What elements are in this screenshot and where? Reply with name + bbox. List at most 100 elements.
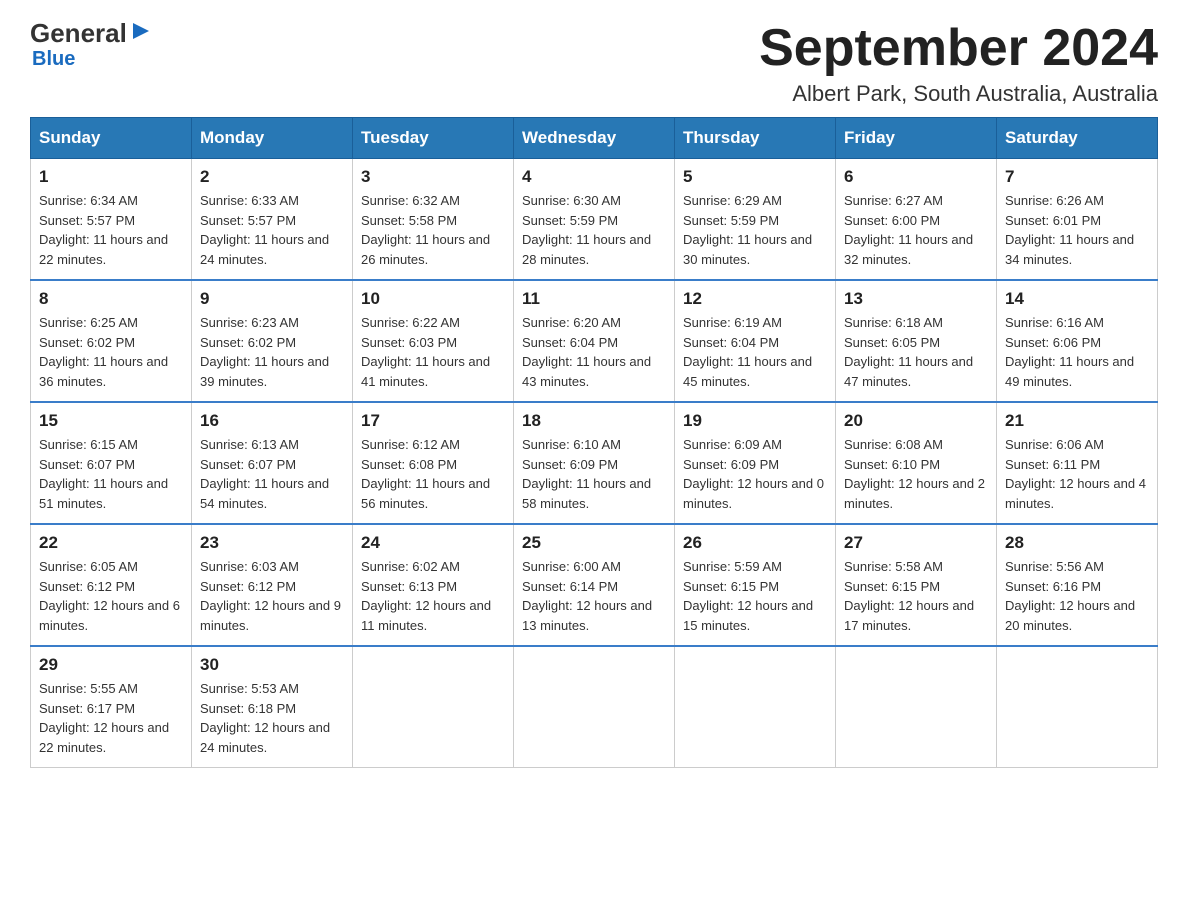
day-number: 16 xyxy=(200,411,344,431)
calendar-cell-w5-d4 xyxy=(675,646,836,768)
calendar-cell-w5-d3 xyxy=(514,646,675,768)
calendar-cell-w2-d6: 14 Sunrise: 6:16 AM Sunset: 6:06 PM Dayl… xyxy=(997,280,1158,402)
day-info: Sunrise: 6:05 AM Sunset: 6:12 PM Dayligh… xyxy=(39,557,183,635)
day-number: 30 xyxy=(200,655,344,675)
day-info: Sunrise: 6:10 AM Sunset: 6:09 PM Dayligh… xyxy=(522,435,666,513)
calendar-week-2: 8 Sunrise: 6:25 AM Sunset: 6:02 PM Dayli… xyxy=(31,280,1158,402)
calendar-cell-w4-d5: 27 Sunrise: 5:58 AM Sunset: 6:15 PM Dayl… xyxy=(836,524,997,646)
header-wednesday: Wednesday xyxy=(514,118,675,159)
header-sunday: Sunday xyxy=(31,118,192,159)
day-number: 1 xyxy=(39,167,183,187)
calendar-cell-w4-d4: 26 Sunrise: 5:59 AM Sunset: 6:15 PM Dayl… xyxy=(675,524,836,646)
header-monday: Monday xyxy=(192,118,353,159)
day-number: 15 xyxy=(39,411,183,431)
day-number: 2 xyxy=(200,167,344,187)
calendar-cell-w5-d1: 30 Sunrise: 5:53 AM Sunset: 6:18 PM Dayl… xyxy=(192,646,353,768)
calendar-cell-w4-d1: 23 Sunrise: 6:03 AM Sunset: 6:12 PM Dayl… xyxy=(192,524,353,646)
day-info: Sunrise: 6:18 AM Sunset: 6:05 PM Dayligh… xyxy=(844,313,988,391)
day-info: Sunrise: 6:30 AM Sunset: 5:59 PM Dayligh… xyxy=(522,191,666,269)
day-info: Sunrise: 6:02 AM Sunset: 6:13 PM Dayligh… xyxy=(361,557,505,635)
day-number: 7 xyxy=(1005,167,1149,187)
calendar-cell-w3-d6: 21 Sunrise: 6:06 AM Sunset: 6:11 PM Dayl… xyxy=(997,402,1158,524)
calendar-cell-w3-d4: 19 Sunrise: 6:09 AM Sunset: 6:09 PM Dayl… xyxy=(675,402,836,524)
day-info: Sunrise: 6:09 AM Sunset: 6:09 PM Dayligh… xyxy=(683,435,827,513)
calendar-header-row: SundayMondayTuesdayWednesdayThursdayFrid… xyxy=(31,118,1158,159)
calendar-cell-w3-d2: 17 Sunrise: 6:12 AM Sunset: 6:08 PM Dayl… xyxy=(353,402,514,524)
calendar-title: September 2024 xyxy=(759,20,1158,77)
header-thursday: Thursday xyxy=(675,118,836,159)
day-info: Sunrise: 6:23 AM Sunset: 6:02 PM Dayligh… xyxy=(200,313,344,391)
calendar-cell-w5-d6 xyxy=(997,646,1158,768)
calendar-cell-w3-d1: 16 Sunrise: 6:13 AM Sunset: 6:07 PM Dayl… xyxy=(192,402,353,524)
day-number: 14 xyxy=(1005,289,1149,309)
logo: General Blue xyxy=(30,20,155,71)
calendar-cell-w5-d2 xyxy=(353,646,514,768)
calendar-cell-w1-d1: 2 Sunrise: 6:33 AM Sunset: 5:57 PM Dayli… xyxy=(192,159,353,281)
day-info: Sunrise: 6:29 AM Sunset: 5:59 PM Dayligh… xyxy=(683,191,827,269)
calendar-cell-w2-d2: 10 Sunrise: 6:22 AM Sunset: 6:03 PM Dayl… xyxy=(353,280,514,402)
day-info: Sunrise: 6:34 AM Sunset: 5:57 PM Dayligh… xyxy=(39,191,183,269)
title-area: September 2024 Albert Park, South Austra… xyxy=(759,20,1158,107)
calendar-cell-w5-d0: 29 Sunrise: 5:55 AM Sunset: 6:17 PM Dayl… xyxy=(31,646,192,768)
day-number: 19 xyxy=(683,411,827,431)
day-number: 23 xyxy=(200,533,344,553)
day-number: 8 xyxy=(39,289,183,309)
calendar-cell-w4-d0: 22 Sunrise: 6:05 AM Sunset: 6:12 PM Dayl… xyxy=(31,524,192,646)
day-info: Sunrise: 6:06 AM Sunset: 6:11 PM Dayligh… xyxy=(1005,435,1149,513)
day-number: 11 xyxy=(522,289,666,309)
calendar-cell-w5-d5 xyxy=(836,646,997,768)
day-number: 22 xyxy=(39,533,183,553)
day-info: Sunrise: 6:19 AM Sunset: 6:04 PM Dayligh… xyxy=(683,313,827,391)
day-info: Sunrise: 6:03 AM Sunset: 6:12 PM Dayligh… xyxy=(200,557,344,635)
header-tuesday: Tuesday xyxy=(353,118,514,159)
day-number: 27 xyxy=(844,533,988,553)
calendar-week-3: 15 Sunrise: 6:15 AM Sunset: 6:07 PM Dayl… xyxy=(31,402,1158,524)
day-number: 26 xyxy=(683,533,827,553)
day-info: Sunrise: 6:12 AM Sunset: 6:08 PM Dayligh… xyxy=(361,435,505,513)
logo-text: General xyxy=(30,20,155,46)
day-info: Sunrise: 5:56 AM Sunset: 6:16 PM Dayligh… xyxy=(1005,557,1149,635)
calendar-cell-w3-d0: 15 Sunrise: 6:15 AM Sunset: 6:07 PM Dayl… xyxy=(31,402,192,524)
calendar-cell-w1-d3: 4 Sunrise: 6:30 AM Sunset: 5:59 PM Dayli… xyxy=(514,159,675,281)
header-saturday: Saturday xyxy=(997,118,1158,159)
calendar-subtitle: Albert Park, South Australia, Australia xyxy=(759,81,1158,107)
day-info: Sunrise: 6:00 AM Sunset: 6:14 PM Dayligh… xyxy=(522,557,666,635)
day-info: Sunrise: 6:27 AM Sunset: 6:00 PM Dayligh… xyxy=(844,191,988,269)
day-number: 24 xyxy=(361,533,505,553)
day-info: Sunrise: 5:58 AM Sunset: 6:15 PM Dayligh… xyxy=(844,557,988,635)
day-number: 21 xyxy=(1005,411,1149,431)
day-info: Sunrise: 6:20 AM Sunset: 6:04 PM Dayligh… xyxy=(522,313,666,391)
calendar-cell-w4-d2: 24 Sunrise: 6:02 AM Sunset: 6:13 PM Dayl… xyxy=(353,524,514,646)
day-number: 9 xyxy=(200,289,344,309)
day-number: 12 xyxy=(683,289,827,309)
day-number: 18 xyxy=(522,411,666,431)
day-number: 17 xyxy=(361,411,505,431)
calendar-week-5: 29 Sunrise: 5:55 AM Sunset: 6:17 PM Dayl… xyxy=(31,646,1158,768)
calendar-cell-w3-d3: 18 Sunrise: 6:10 AM Sunset: 6:09 PM Dayl… xyxy=(514,402,675,524)
calendar-cell-w1-d2: 3 Sunrise: 6:32 AM Sunset: 5:58 PM Dayli… xyxy=(353,159,514,281)
day-info: Sunrise: 6:16 AM Sunset: 6:06 PM Dayligh… xyxy=(1005,313,1149,391)
day-number: 4 xyxy=(522,167,666,187)
calendar-cell-w1-d0: 1 Sunrise: 6:34 AM Sunset: 5:57 PM Dayli… xyxy=(31,159,192,281)
day-number: 20 xyxy=(844,411,988,431)
day-info: Sunrise: 5:53 AM Sunset: 6:18 PM Dayligh… xyxy=(200,679,344,757)
day-info: Sunrise: 6:22 AM Sunset: 6:03 PM Dayligh… xyxy=(361,313,505,391)
day-info: Sunrise: 6:13 AM Sunset: 6:07 PM Dayligh… xyxy=(200,435,344,513)
calendar-table: SundayMondayTuesdayWednesdayThursdayFrid… xyxy=(30,117,1158,768)
calendar-cell-w2-d4: 12 Sunrise: 6:19 AM Sunset: 6:04 PM Dayl… xyxy=(675,280,836,402)
day-info: Sunrise: 6:08 AM Sunset: 6:10 PM Dayligh… xyxy=(844,435,988,513)
day-info: Sunrise: 6:25 AM Sunset: 6:02 PM Dayligh… xyxy=(39,313,183,391)
day-number: 5 xyxy=(683,167,827,187)
logo-triangle-icon xyxy=(129,19,153,43)
day-info: Sunrise: 6:26 AM Sunset: 6:01 PM Dayligh… xyxy=(1005,191,1149,269)
day-info: Sunrise: 6:15 AM Sunset: 6:07 PM Dayligh… xyxy=(39,435,183,513)
day-info: Sunrise: 5:55 AM Sunset: 6:17 PM Dayligh… xyxy=(39,679,183,757)
day-number: 28 xyxy=(1005,533,1149,553)
calendar-cell-w2-d1: 9 Sunrise: 6:23 AM Sunset: 6:02 PM Dayli… xyxy=(192,280,353,402)
calendar-week-1: 1 Sunrise: 6:34 AM Sunset: 5:57 PM Dayli… xyxy=(31,159,1158,281)
day-info: Sunrise: 5:59 AM Sunset: 6:15 PM Dayligh… xyxy=(683,557,827,635)
day-number: 13 xyxy=(844,289,988,309)
header-friday: Friday xyxy=(836,118,997,159)
calendar-week-4: 22 Sunrise: 6:05 AM Sunset: 6:12 PM Dayl… xyxy=(31,524,1158,646)
calendar-cell-w3-d5: 20 Sunrise: 6:08 AM Sunset: 6:10 PM Dayl… xyxy=(836,402,997,524)
